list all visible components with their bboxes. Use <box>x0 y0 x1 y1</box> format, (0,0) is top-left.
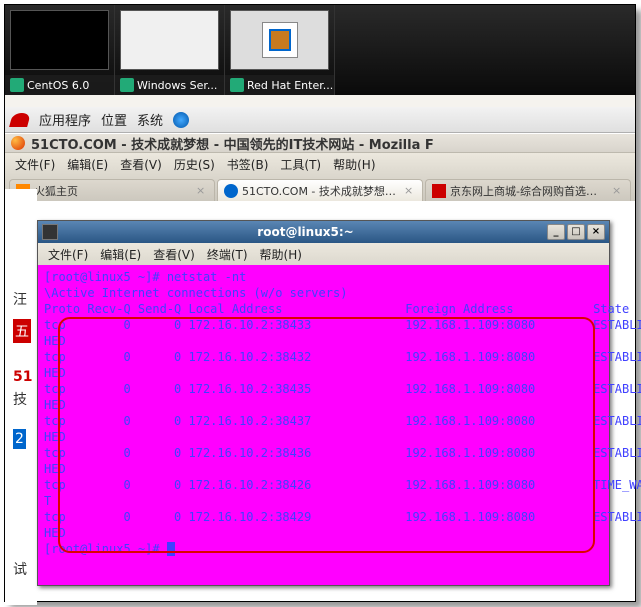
terminal-line: tcp 0 0 172.16.10.2:38433 192.168.1.109:… <box>44 317 603 333</box>
terminal-line: HED <box>44 461 603 477</box>
terminal-line: tcp 0 0 172.16.10.2:38437 192.168.1.109:… <box>44 413 603 429</box>
terminal-menubar: 文件(F) 编辑(E) 查看(V) 终端(T) 帮助(H) <box>38 243 609 265</box>
firefox-titlebar: 51CTO.COM - 技术成就梦想 - 中国领先的IT技术网站 - Mozil… <box>5 133 635 153</box>
terminal-line: HED <box>44 365 603 381</box>
favicon-icon <box>224 184 238 198</box>
redhat-icon <box>9 113 31 127</box>
tab-label: 51CTO.COM - 技术成就梦想… <box>242 183 396 199</box>
terminal-line: tcp 0 0 172.16.10.2:38429 192.168.1.109:… <box>44 509 603 525</box>
taskbar: CentOS 6.0 Windows Ser... Red Hat Enter.… <box>5 5 635 95</box>
outer-frame: CentOS 6.0 Windows Ser... Red Hat Enter.… <box>4 4 636 602</box>
terminal-line: HED <box>44 333 603 349</box>
term-menu-file[interactable]: 文件(F) <box>42 244 94 265</box>
tab-firefox-home[interactable]: 火狐主页 × <box>9 179 215 201</box>
ff-menu-help[interactable]: 帮助(H) <box>327 154 381 175</box>
cursor <box>167 542 175 556</box>
ff-menu-tools[interactable]: 工具(T) <box>274 154 327 175</box>
terminal-line: Proto Recv-Q Send-Q Local Address Foreig… <box>44 301 603 317</box>
terminal-title: root@linux5:~ <box>64 225 547 239</box>
vm-icon <box>10 78 24 92</box>
vm-icon <box>230 78 244 92</box>
terminal-prompt: [root@linux5 ~]# <box>44 541 603 557</box>
close-icon[interactable]: × <box>612 184 624 197</box>
close-icon[interactable]: × <box>196 184 208 197</box>
term-menu-terminal[interactable]: 终端(T) <box>201 244 254 265</box>
task-label: Windows Ser... <box>137 79 217 92</box>
terminal-line: tcp 0 0 172.16.10.2:38436 192.168.1.109:… <box>44 445 603 461</box>
term-menu-help[interactable]: 帮助(H) <box>254 244 308 265</box>
tab-51cto[interactable]: 51CTO.COM - 技术成就梦想… × <box>217 179 423 201</box>
centos-thumb <box>10 10 109 70</box>
rhel-thumb <box>230 10 329 70</box>
terminal-line: HED <box>44 429 603 445</box>
terminal-titlebar[interactable]: root@linux5:~ _ □ × <box>38 221 609 243</box>
term-menu-view[interactable]: 查看(V) <box>147 244 201 265</box>
gnome-panel: 应用程序 位置 系统 <box>5 107 635 133</box>
gnome-places[interactable]: 位置 <box>101 110 127 129</box>
minimize-button[interactable]: _ <box>547 224 565 240</box>
ff-menu-history[interactable]: 历史(S) <box>168 154 221 175</box>
terminal-line: [root@linux5 ~]# netstat -nt <box>44 269 603 285</box>
terminal-line: HED <box>44 397 603 413</box>
task-label: CentOS 6.0 <box>27 79 89 92</box>
terminal-line: HED <box>44 525 603 541</box>
terminal-line: T <box>44 493 603 509</box>
gnome-apps[interactable]: 应用程序 <box>39 110 91 129</box>
firefox-icon <box>11 136 25 150</box>
firefox-menubar: 文件(F) 编辑(E) 查看(V) 历史(S) 书签(B) 工具(T) 帮助(H… <box>5 153 635 175</box>
maximize-button[interactable]: □ <box>567 224 585 240</box>
terminal-window: root@linux5:~ _ □ × 文件(F) 编辑(E) 查看(V) 终端… <box>37 220 610 586</box>
task-centos[interactable]: CentOS 6.0 <box>5 5 115 95</box>
task-rhel[interactable]: Red Hat Enter... <box>225 5 335 95</box>
terminal-line: tcp 0 0 172.16.10.2:38426 192.168.1.109:… <box>44 477 603 493</box>
ff-menu-view[interactable]: 查看(V) <box>114 154 168 175</box>
task-windows-server[interactable]: Windows Ser... <box>115 5 225 95</box>
favicon-icon <box>432 184 446 198</box>
winserv-thumb <box>120 10 219 70</box>
firefox-title: 51CTO.COM - 技术成就梦想 - 中国领先的IT技术网站 - Mozil… <box>31 134 434 153</box>
terminal-line: tcp 0 0 172.16.10.2:38432 192.168.1.109:… <box>44 349 603 365</box>
firefox-tabstrip: 火狐主页 × 51CTO.COM - 技术成就梦想… × 京东网上商城-综合网购… <box>5 175 635 201</box>
ff-menu-edit[interactable]: 编辑(E) <box>61 154 114 175</box>
terminal-line: tcp 0 0 172.16.10.2:38435 192.168.1.109:… <box>44 381 603 397</box>
terminal-line: \Active Internet connections (w/o server… <box>44 285 603 301</box>
terminal-body[interactable]: [root@linux5 ~]# netstat -nt\Active Inte… <box>38 265 609 585</box>
page-left-strip: 汪 五 51 技 2 试 <box>5 189 37 605</box>
ff-menu-file[interactable]: 文件(F) <box>9 154 61 175</box>
gnome-system[interactable]: 系统 <box>137 110 163 129</box>
globe-icon[interactable] <box>173 112 189 128</box>
close-icon[interactable]: × <box>404 184 416 197</box>
term-menu-edit[interactable]: 编辑(E) <box>94 244 147 265</box>
tab-label: 京东网上商城-综合网购首选… <box>450 183 597 199</box>
ff-menu-bookmarks[interactable]: 书签(B) <box>221 154 275 175</box>
terminal-icon <box>42 224 58 240</box>
close-button[interactable]: × <box>587 224 605 240</box>
tab-jd[interactable]: 京东网上商城-综合网购首选… × <box>425 179 631 201</box>
task-label: Red Hat Enter... <box>247 79 333 92</box>
vm-icon <box>120 78 134 92</box>
tab-label: 火狐主页 <box>34 183 78 199</box>
